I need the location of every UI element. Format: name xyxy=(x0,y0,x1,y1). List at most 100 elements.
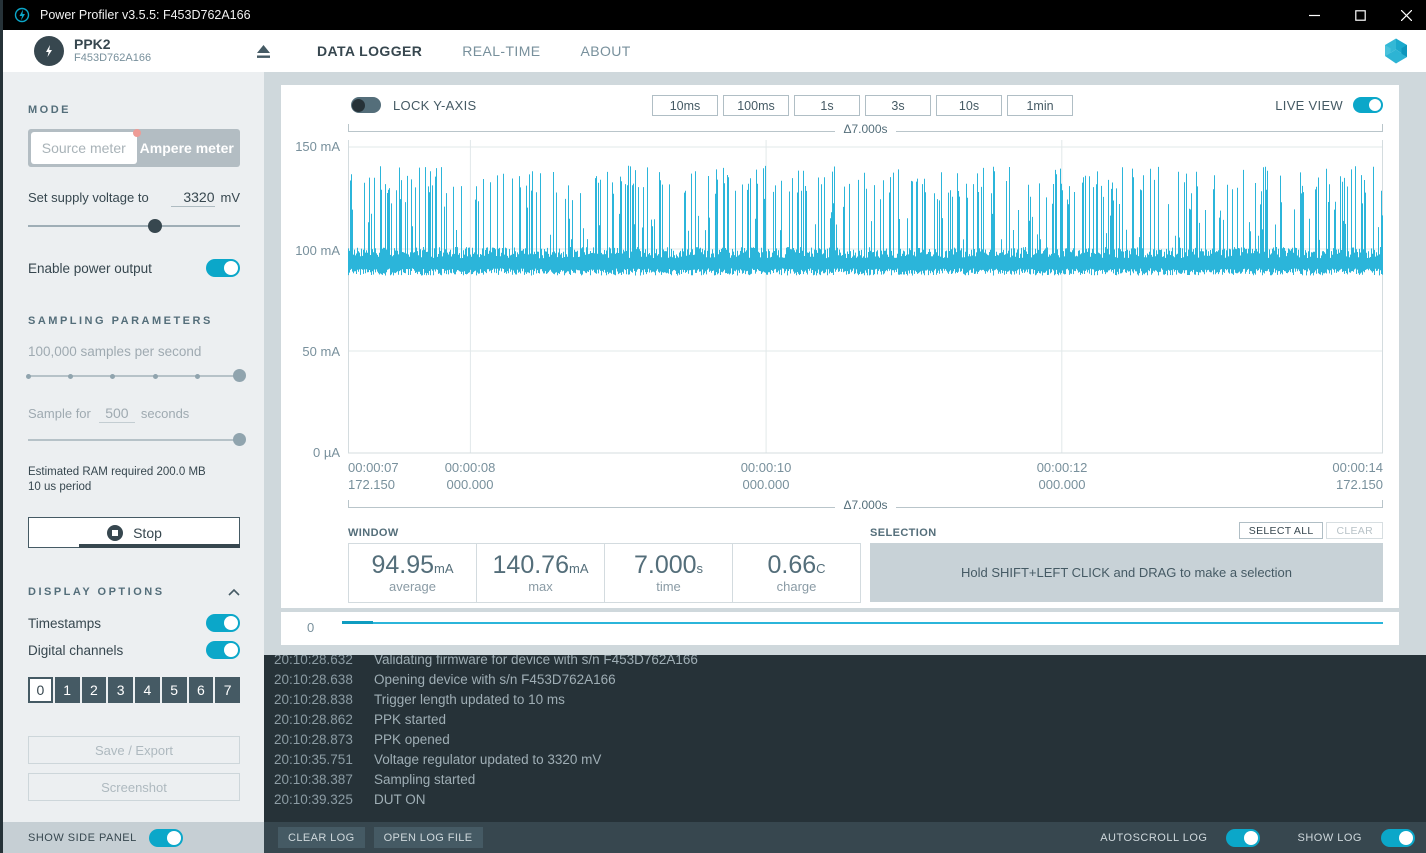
window-stats: WINDOW 94.95mA average 140.76mA max 7.00… xyxy=(348,523,863,603)
live-view-toggle[interactable] xyxy=(1353,97,1383,113)
show-side-panel-toggle[interactable] xyxy=(149,829,183,847)
channel-1-button[interactable]: 1 xyxy=(55,677,80,703)
device-selector[interactable]: PPK2 F453D762A166 xyxy=(74,37,204,65)
range-10s-button[interactable]: 10s xyxy=(936,95,1002,116)
range-3s-button[interactable]: 3s xyxy=(865,95,931,116)
ampere-meter-button[interactable]: Ampere meter xyxy=(137,132,237,164)
tab-data-logger[interactable]: DATA LOGGER xyxy=(317,43,422,59)
lock-y-axis-label: LOCK Y-AXIS xyxy=(393,98,477,113)
sample-duration-slider[interactable] xyxy=(28,433,240,447)
eject-device-button[interactable] xyxy=(249,37,277,65)
channel-0-button[interactable]: 0 xyxy=(28,677,53,703)
supply-voltage-input[interactable]: 3320 xyxy=(171,189,215,207)
ram-estimate-note: Estimated RAM required 200.0 MB xyxy=(28,465,240,480)
delta-label-bottom: Δ7.000s xyxy=(835,498,895,512)
range-1min-button[interactable]: 1min xyxy=(1007,95,1073,116)
sample-duration-unit: seconds xyxy=(141,406,189,421)
range-100ms-button[interactable]: 100ms xyxy=(723,95,789,116)
x-tick-3: 00:00:12000.000 xyxy=(1037,459,1088,493)
range-10ms-button[interactable]: 10ms xyxy=(652,95,718,116)
screenshot-button[interactable]: Screenshot xyxy=(28,773,240,801)
tab-about[interactable]: ABOUT xyxy=(581,43,631,59)
save-export-button[interactable]: Save / Export xyxy=(28,736,240,764)
supply-voltage-label: Set supply voltage to xyxy=(28,190,171,205)
clear-log-button[interactable]: CLEAR LOG xyxy=(278,827,365,848)
device-name: PPK2 xyxy=(74,37,204,52)
sample-rate-slider[interactable] xyxy=(28,369,240,383)
minimap-trace xyxy=(373,622,1383,624)
select-all-button[interactable]: SELECT ALL xyxy=(1239,522,1324,539)
enable-power-output-label: Enable power output xyxy=(28,261,206,276)
log-bottom-bar: CLEAR LOG OPEN LOG FILE AUTOSCROLL LOG S… xyxy=(264,822,1426,853)
sample-duration-slider-thumb[interactable] xyxy=(233,433,246,446)
minimap-zero-label: 0 xyxy=(307,620,314,635)
show-log-toggle[interactable] xyxy=(1381,829,1415,847)
main-tabs: DATA LOGGER REAL-TIME ABOUT xyxy=(317,43,631,59)
channel-4-button[interactable]: 4 xyxy=(135,677,160,703)
sampling-section-label: SAMPLING PARAMETERS xyxy=(28,315,240,327)
chart-zone: LOCK Y-AXIS 10ms 100ms 1s 3s 10s 1min LI… xyxy=(264,72,1426,655)
digital-channels-toggle[interactable] xyxy=(206,641,240,659)
channel-7-button[interactable]: 7 xyxy=(215,677,240,703)
period-note: 10 us period xyxy=(28,480,240,495)
live-view-label: LIVE VIEW xyxy=(1275,98,1343,113)
lock-y-axis-toggle[interactable] xyxy=(351,97,381,113)
log-panel[interactable]: 20:10:28.632Validating firmware for devi… xyxy=(264,655,1426,822)
title-bar: Power Profiler v3.5.5: F453D762A166 xyxy=(0,0,1426,30)
timestamps-label: Timestamps xyxy=(28,616,206,631)
x-tick-2: 00:00:10000.000 xyxy=(741,459,792,493)
stop-icon xyxy=(106,524,124,542)
minimap-panel[interactable]: 0 xyxy=(281,612,1399,645)
log-row: 20:10:28.638Opening device with s/n F453… xyxy=(274,669,1426,689)
minimize-button[interactable] xyxy=(1291,0,1337,30)
clear-selection-button[interactable]: CLEAR xyxy=(1326,522,1383,539)
stat-time: 7.000s time xyxy=(604,543,733,603)
supply-voltage-slider[interactable] xyxy=(28,219,240,233)
log-row: 20:10:35.751Voltage regulator updated to… xyxy=(274,749,1426,769)
display-options-header[interactable]: DISPLAY OPTIONS xyxy=(28,586,240,598)
x-tick-4: 00:00:14172.150 xyxy=(1332,459,1383,493)
channel-2-button[interactable]: 2 xyxy=(82,677,107,703)
tab-real-time[interactable]: REAL-TIME xyxy=(462,43,540,59)
y-tick-100ma: 100 mA xyxy=(281,243,340,258)
close-button[interactable] xyxy=(1383,0,1426,30)
stop-button-label: Stop xyxy=(133,525,162,541)
sample-duration-input[interactable]: 500 xyxy=(99,405,135,423)
channel-5-button[interactable]: 5 xyxy=(162,677,187,703)
log-list: 20:10:28.632Validating firmware for devi… xyxy=(264,655,1426,809)
mode-section-label: MODE xyxy=(28,104,240,116)
digital-channels-label: Digital channels xyxy=(28,643,206,658)
maximize-button[interactable] xyxy=(1337,0,1383,30)
app-bolt-icon xyxy=(14,7,30,23)
window-delta-bottom: Δ7.000s xyxy=(348,501,1383,513)
x-tick-0: 00:00:07 172.150 xyxy=(348,459,399,493)
sample-rate-label: 100,000 samples per second xyxy=(28,344,240,359)
nordic-logo xyxy=(1381,36,1411,71)
selection-section-label: SELECTION xyxy=(870,527,1239,539)
device-serial: F453D762A166 xyxy=(74,52,204,65)
window-section-label: WINDOW xyxy=(348,527,863,539)
source-meter-button[interactable]: Source meter xyxy=(31,132,137,164)
app-window: Power Profiler v3.5.5: F453D762A166 PPK2… xyxy=(0,0,1426,853)
channel-3-button[interactable]: 3 xyxy=(108,677,133,703)
channel-6-button[interactable]: 6 xyxy=(189,677,214,703)
stop-button[interactable]: Stop xyxy=(28,517,240,548)
enable-power-output-toggle[interactable] xyxy=(206,259,240,277)
stat-average: 94.95mA average xyxy=(348,543,477,603)
minimap-trace-start xyxy=(342,621,373,624)
selection-group: SELECTION SELECT ALL CLEAR Hold SHIFT+LE… xyxy=(870,523,1383,602)
current-waveform xyxy=(349,166,1383,276)
range-1s-button[interactable]: 1s xyxy=(794,95,860,116)
timestamps-toggle[interactable] xyxy=(206,614,240,632)
sample-for-label: Sample for xyxy=(28,406,91,421)
y-tick-150ma: 150 mA xyxy=(281,139,340,154)
current-plot[interactable] xyxy=(348,140,1383,455)
voltage-slider-thumb[interactable] xyxy=(148,219,162,233)
display-options-label: DISPLAY OPTIONS xyxy=(28,586,228,598)
sample-rate-slider-thumb[interactable] xyxy=(233,369,246,382)
side-panel-bottom-bar: SHOW SIDE PANEL xyxy=(3,822,264,853)
autoscroll-log-toggle[interactable] xyxy=(1226,829,1260,847)
log-row: 20:10:28.873PPK opened xyxy=(274,729,1426,749)
show-log-label: SHOW LOG xyxy=(1297,832,1362,844)
open-log-file-button[interactable]: OPEN LOG FILE xyxy=(374,827,483,848)
